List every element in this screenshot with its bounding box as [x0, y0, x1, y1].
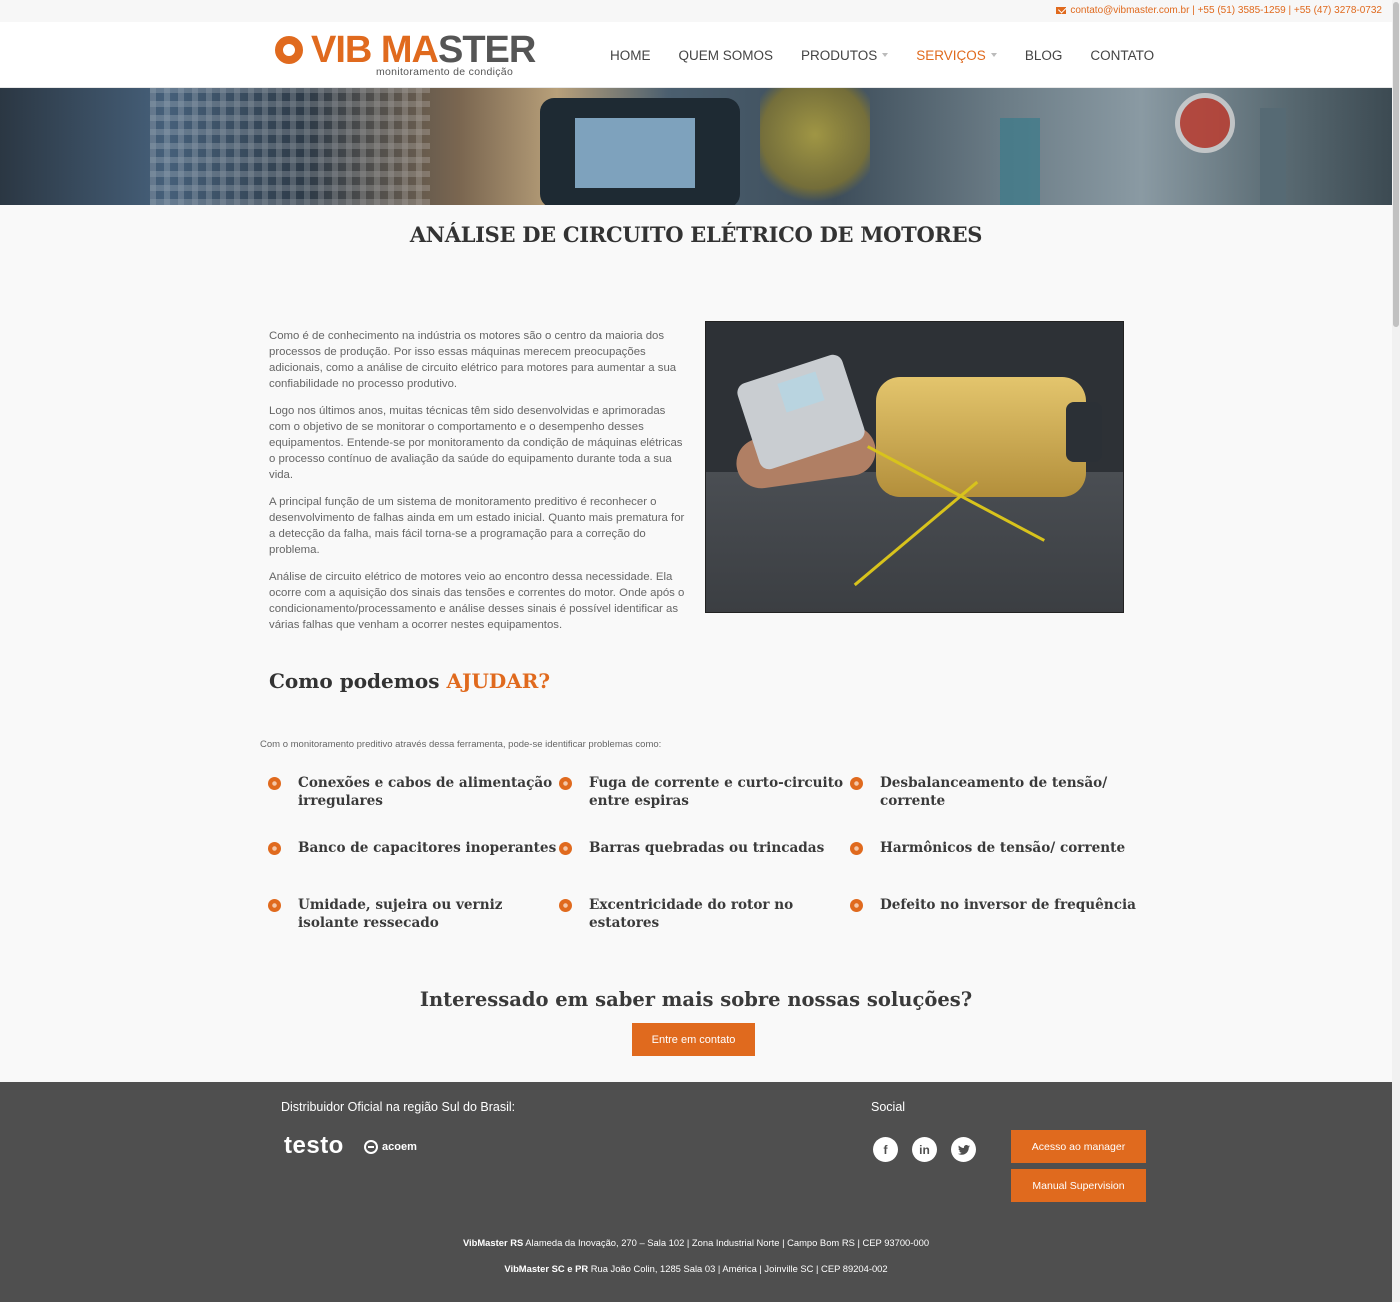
contact-button[interactable]: Entre em contato: [632, 1023, 755, 1056]
address-text: Alameda da Inovação, 270 – Sala 102 | Zo…: [523, 1237, 930, 1248]
list-item-label: Conexões e cabos de alimentação irregula…: [298, 775, 553, 809]
hero-pipe: [1260, 108, 1286, 205]
list-item: Harmônicos de tensão/ corrente: [850, 839, 1141, 894]
hero-gauge: [1175, 93, 1235, 153]
nav-label: HOME: [610, 47, 651, 63]
help-heading: Como podemos AJUDAR?: [269, 669, 550, 693]
photo-motor: [876, 377, 1086, 497]
acoem-logo-icon: [364, 1140, 378, 1154]
list-item-label: Banco de capacitores inoperantes: [298, 840, 557, 856]
bullet-icon: [268, 899, 281, 912]
acoem-logo-text: acoem: [382, 1141, 417, 1153]
problems-list: Conexões e cabos de alimentação irregula…: [268, 774, 1148, 951]
help-subtitle: Com o monitoramento preditivo através de…: [260, 739, 662, 750]
scrollbar-thumb[interactable]: [1393, 2, 1399, 327]
list-item: Umidade, sujeira ou verniz isolante ress…: [268, 896, 559, 951]
list-item-label: Excentricidade do rotor no estatores: [589, 897, 794, 931]
social-label: Social: [871, 1100, 906, 1114]
bullet-icon: [559, 842, 572, 855]
mail-icon: [1056, 7, 1067, 14]
hero-banner-image: [0, 88, 1392, 205]
motor-analysis-photo: [705, 321, 1124, 613]
list-item: Excentricidade do rotor no estatores: [559, 896, 850, 951]
bullet-icon: [850, 777, 863, 790]
list-item-label: Umidade, sujeira ou verniz isolante ress…: [298, 897, 503, 931]
bullet-icon: [559, 899, 572, 912]
main-nav: HOME QUEM SOMOS PRODUTOS SERVIÇOS BLOG C…: [596, 22, 1168, 91]
site-header: VIB MASTER monitoramento de condição HOM…: [0, 22, 1392, 91]
list-item: Banco de capacitores inoperantes: [268, 839, 559, 894]
bullet-icon: [268, 777, 281, 790]
intro-paragraph: Logo nos últimos anos, muitas técnicas t…: [269, 405, 683, 481]
logo-wordmark-part2: STER: [438, 29, 536, 71]
bullet-icon: [559, 777, 572, 790]
contact-info[interactable]: contato@vibmaster.com.br | +55 (51) 3585…: [1056, 5, 1382, 16]
list-item: Defeito no inversor de frequência: [850, 896, 1141, 951]
bullet-icon: [268, 842, 281, 855]
nav-item-quem-somos[interactable]: QUEM SOMOS: [665, 22, 788, 88]
hero-machine: [760, 88, 870, 205]
acoem-logo[interactable]: acoem: [364, 1140, 417, 1154]
address-sc-pr: VibMaster SC e PR Rua João Colin, 1285 S…: [0, 1263, 1392, 1274]
hero-shirt-pattern: [150, 88, 430, 205]
intro-text: Como é de conhecimento na indústria os m…: [269, 328, 689, 644]
nav-label: QUEM SOMOS: [678, 47, 774, 63]
intro-paragraph: A principal função de um sistema de moni…: [269, 496, 685, 556]
hero-pipe: [1000, 118, 1040, 205]
help-heading-accent: AJUDAR?: [446, 669, 551, 693]
bullet-icon: [850, 842, 863, 855]
logo-wordmark-part1: VIB MA: [311, 29, 439, 71]
twitter-icon[interactable]: [951, 1137, 976, 1162]
manual-supervision-button[interactable]: Manual Supervision: [1011, 1169, 1146, 1202]
nav-item-blog[interactable]: BLOG: [1011, 22, 1077, 88]
linkedin-icon[interactable]: in: [912, 1137, 937, 1162]
chevron-down-icon: [882, 53, 889, 57]
cta-heading: Interessado em saber mais sobre nossas s…: [419, 988, 973, 1011]
list-item-label: Desbalanceamento de tensão/ corrente: [880, 775, 1108, 809]
list-item-label: Harmônicos de tensão/ corrente: [880, 840, 1126, 856]
chevron-down-icon: [990, 53, 997, 57]
logo-tagline: monitoramento de condição: [376, 66, 514, 78]
nav-label: PRODUTOS: [801, 47, 878, 63]
page-scrollbar[interactable]: [1392, 0, 1400, 1302]
manager-access-button[interactable]: Acesso ao manager: [1011, 1130, 1146, 1163]
list-item-label: Defeito no inversor de frequência: [880, 897, 1136, 913]
social-links: f in: [873, 1137, 976, 1162]
address-rs: VibMaster RS Alameda da Inovação, 270 – …: [0, 1237, 1392, 1248]
twitter-bird-glyph: [957, 1144, 970, 1155]
facebook-icon[interactable]: f: [873, 1137, 898, 1162]
nav-item-produtos[interactable]: PRODUTOS: [787, 22, 902, 88]
nav-label: BLOG: [1024, 47, 1063, 63]
list-item: Conexões e cabos de alimentação irregula…: [268, 774, 559, 829]
photo-motor-cap: [1066, 402, 1102, 462]
list-item-label: Fuga de corrente e curto-circuito entre …: [589, 775, 844, 809]
contact-text[interactable]: contato@vibmaster.com.br | +55 (51) 3585…: [1070, 5, 1382, 16]
nav-item-servicos[interactable]: SERVIÇOS: [902, 22, 1011, 91]
address-label: VibMaster RS: [462, 1237, 524, 1248]
nav-item-contato[interactable]: CONTATO: [1076, 22, 1168, 88]
list-item-label: Barras quebradas ou trincadas: [589, 840, 825, 856]
address-label: VibMaster SC e PR: [504, 1263, 589, 1274]
list-item: Desbalanceamento de tensão/ corrente: [850, 774, 1141, 829]
page-title: ANÁLISE DE CIRCUITO ELÉTRICO DE MOTORES: [409, 222, 983, 247]
list-item: Fuga de corrente e curto-circuito entre …: [559, 774, 850, 829]
top-contact-bar: contato@vibmaster.com.br | +55 (51) 3585…: [0, 0, 1392, 22]
logo[interactable]: VIB MASTER monitoramento de condição: [273, 29, 536, 80]
bullet-icon: [850, 899, 863, 912]
help-heading-part1: Como podemos: [269, 669, 447, 693]
logo-ring-icon: [275, 36, 303, 64]
intro-paragraph: Como é de conhecimento na indústria os m…: [269, 330, 677, 390]
nav-item-home[interactable]: HOME: [596, 22, 665, 88]
testo-logo[interactable]: testo: [284, 1132, 344, 1160]
intro-paragraph: Análise de circuito elétrico de motores …: [269, 571, 685, 631]
nav-label: CONTATO: [1090, 47, 1155, 63]
list-item: Barras quebradas ou trincadas: [559, 839, 850, 894]
hero-tablet-screen: [575, 118, 695, 188]
distributor-label: Distribuidor Oficial na região Sul do Br…: [281, 1100, 516, 1114]
nav-label: SERVIÇOS: [916, 47, 986, 63]
address-text: Rua João Colin, 1285 Sala 03 | América |…: [588, 1263, 888, 1274]
site-footer: Distribuidor Oficial na região Sul do Br…: [0, 1082, 1392, 1302]
